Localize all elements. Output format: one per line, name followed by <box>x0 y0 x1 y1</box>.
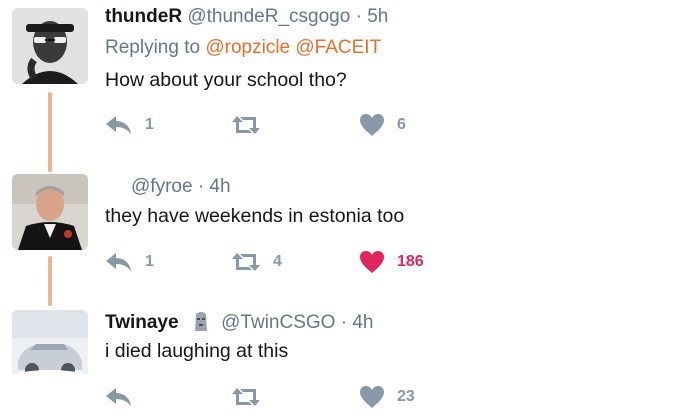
retweet-icon <box>232 253 260 271</box>
reply-button[interactable]: 1 <box>105 110 154 140</box>
reply-count: 1 <box>145 116 154 133</box>
heart-icon <box>360 114 384 136</box>
user-handle[interactable]: @thundeR_csgogo <box>187 6 350 27</box>
retweet-button[interactable] <box>231 382 273 412</box>
moai-emoji-icon <box>192 310 210 338</box>
tweet-item: @fyroe · 4h they have weekends in estoni… <box>0 150 673 285</box>
tweet-text: How about your school tho? <box>105 69 347 91</box>
separator: · <box>340 312 348 333</box>
display-name[interactable]: Twinaye <box>105 312 179 333</box>
reply-icon <box>106 253 131 271</box>
like-count: 23 <box>397 388 415 405</box>
retweet-button[interactable]: 4 <box>231 247 282 277</box>
reply-count: 1 <box>145 253 154 270</box>
avatar[interactable] <box>12 310 88 386</box>
user-handle[interactable]: @fyroe <box>131 176 193 197</box>
avatar[interactable] <box>12 174 88 250</box>
like-button[interactable]: 23 <box>359 382 415 412</box>
like-button[interactable]: 6 <box>359 110 406 140</box>
tweet-item: thundeR @thundeR_csgogo · 5h Replying to… <box>0 0 673 150</box>
avatar[interactable] <box>12 8 88 84</box>
like-button[interactable]: 186 <box>359 247 424 277</box>
tweet-item: Twinaye @TwinCSGO · 4h i died laughing a… <box>0 285 673 420</box>
retweet-button[interactable] <box>231 110 273 140</box>
separator: · <box>197 176 205 197</box>
reply-icon <box>106 116 131 134</box>
reply-button[interactable] <box>105 382 145 412</box>
like-count: 186 <box>397 253 424 270</box>
replying-to-label: Replying to <box>105 37 201 58</box>
tweet-text: i died laughing at this <box>105 340 289 362</box>
tweet-text: they have weekends in estonia too <box>105 205 405 227</box>
user-handle[interactable]: @TwinCSGO <box>221 312 335 333</box>
reply-button[interactable]: 1 <box>105 247 154 277</box>
like-count: 6 <box>397 116 406 133</box>
timestamp[interactable]: 5h <box>367 6 388 27</box>
display-name[interactable]: thundeR <box>105 6 182 27</box>
retweet-icon <box>232 388 260 406</box>
retweet-count: 4 <box>273 253 282 270</box>
heart-icon <box>360 251 384 273</box>
mention-link[interactable]: @ropzicle <box>205 37 290 58</box>
timestamp[interactable]: 4h <box>352 312 373 333</box>
separator: · <box>355 6 362 27</box>
timestamp[interactable]: 4h <box>209 176 230 197</box>
retweet-icon <box>232 116 260 134</box>
reply-icon <box>106 388 131 406</box>
mention-link[interactable]: @FACEIT <box>295 37 381 58</box>
heart-icon <box>360 386 384 408</box>
